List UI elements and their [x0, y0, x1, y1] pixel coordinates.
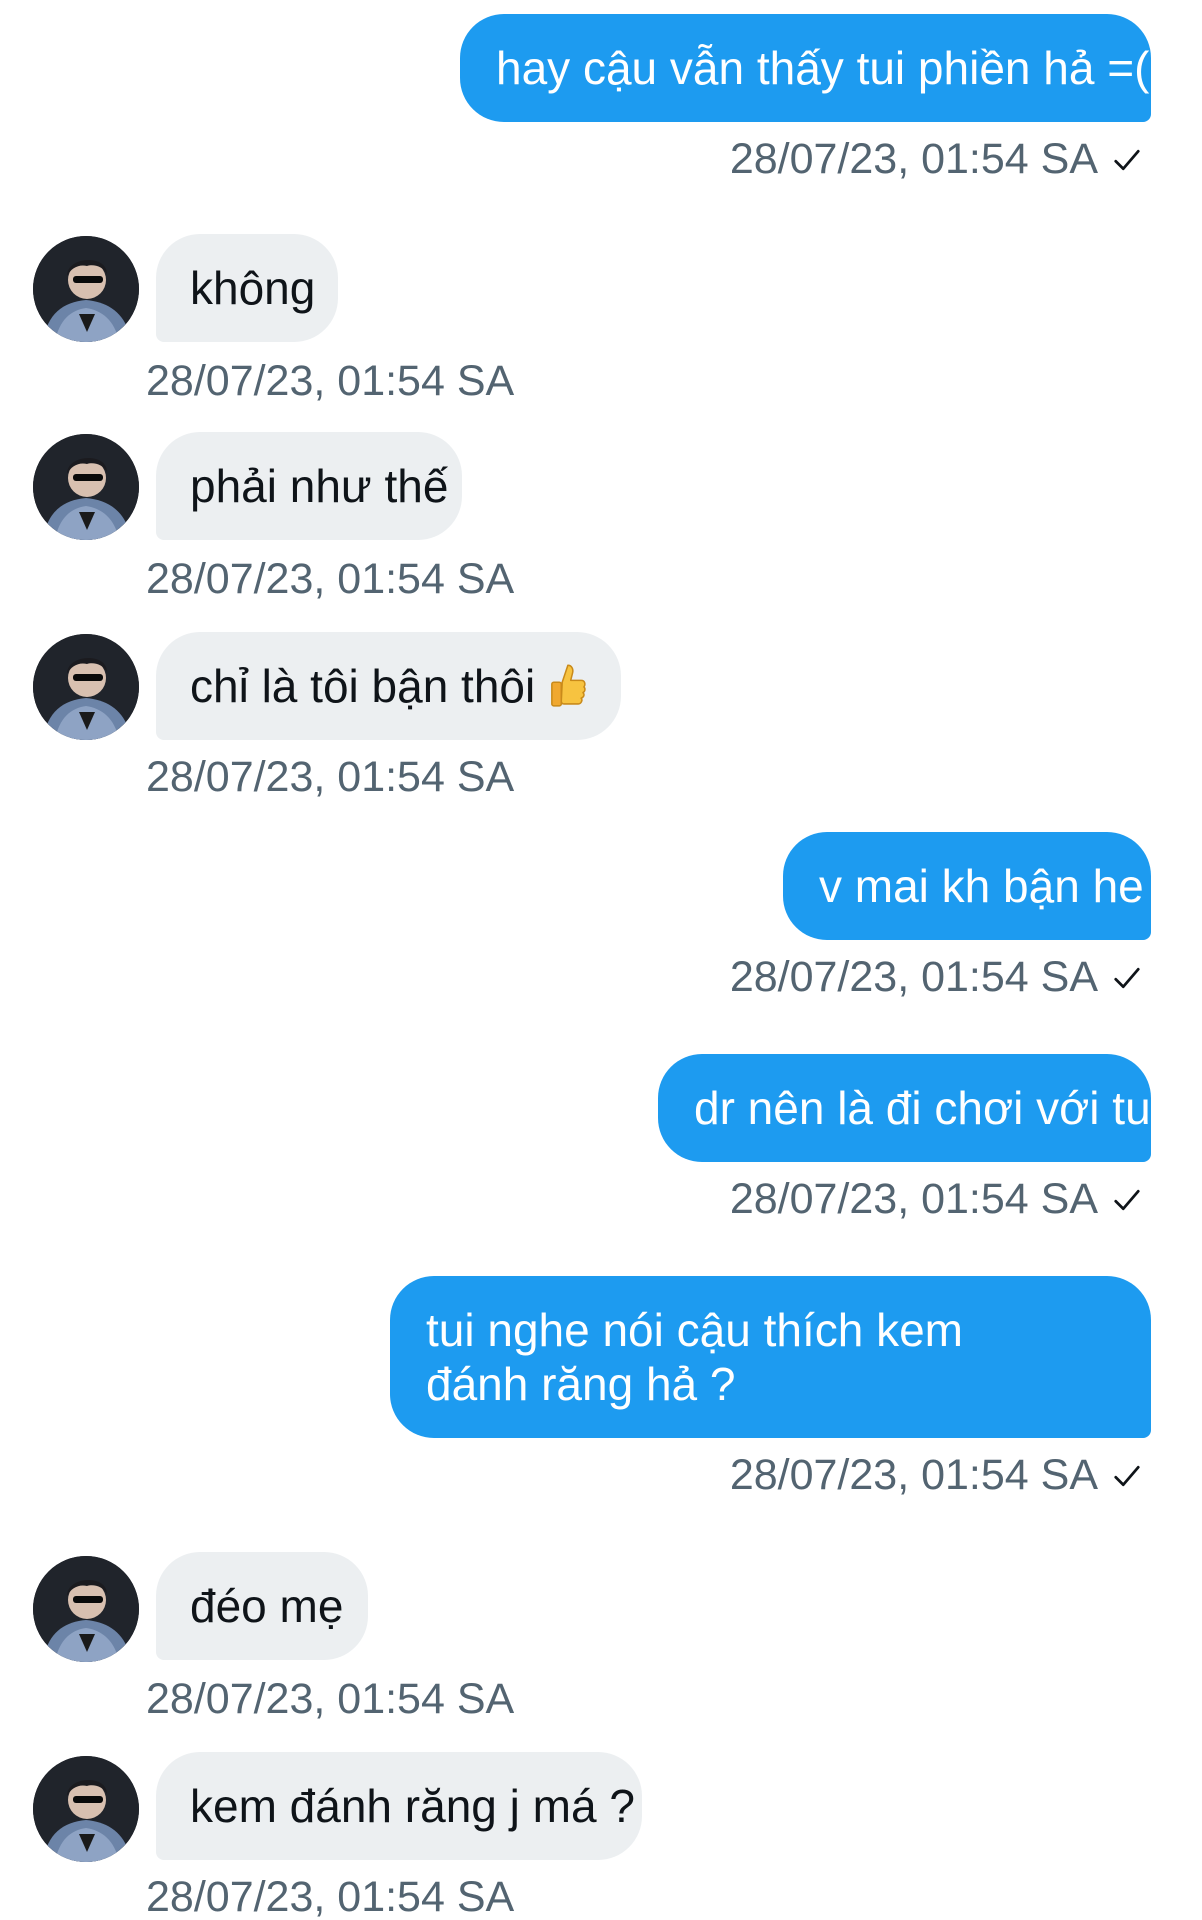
- avatar[interactable]: [33, 634, 139, 740]
- message-text: phải như thế: [190, 460, 449, 512]
- sent-message-bubble[interactable]: dr nên là đi chơi với tui: [658, 1054, 1161, 1162]
- sent-message-bubble[interactable]: tui nghe nói cậu thích kem đánh răng hả …: [390, 1276, 1151, 1438]
- conversation-thread: hay cậu vẫn thấy tui phiền hả =(( 28/07/…: [0, 0, 1202, 1920]
- message-text: v mai kh bận he: [819, 860, 1144, 912]
- message-text: tui nghe nói cậu thích kem đánh răng hả …: [426, 1304, 963, 1410]
- checkmark-icon: [1114, 1465, 1140, 1487]
- checkmark-icon: [1114, 149, 1140, 171]
- message-text: kem đánh răng j má ?: [190, 1780, 635, 1832]
- received-message-bubble[interactable]: không: [156, 234, 338, 342]
- received-message-bubble[interactable]: phải như thế: [156, 432, 462, 540]
- message-text: hay cậu vẫn thấy tui phiền hả =((: [496, 42, 1165, 94]
- sent-message-bubble[interactable]: hay cậu vẫn thấy tui phiền hả =((: [460, 14, 1165, 122]
- received-message-bubble[interactable]: kem đánh răng j má ?: [156, 1752, 642, 1860]
- message-timestamp: 28/07/23, 01:54 SA: [730, 134, 1142, 184]
- avatar[interactable]: [33, 434, 139, 540]
- avatar[interactable]: [33, 236, 139, 342]
- checkmark-icon: [1114, 967, 1140, 989]
- message-text: không: [190, 262, 316, 314]
- message-timestamp: 28/07/23, 01:54 SA: [146, 753, 515, 801]
- user-avatar-icon: [33, 634, 139, 740]
- user-avatar-icon: [33, 434, 139, 540]
- user-avatar-icon: [33, 1756, 139, 1862]
- message-timestamp: 28/07/23, 01:54 SA: [146, 1873, 515, 1920]
- message-timestamp: 28/07/23, 01:54 SA: [730, 1450, 1142, 1500]
- received-message-bubble[interactable]: chỉ là tôi bận thôi: [156, 632, 621, 740]
- checkmark-icon: [1114, 1189, 1140, 1211]
- message-timestamp: 28/07/23, 01:54 SA: [730, 1174, 1142, 1224]
- avatar[interactable]: [33, 1556, 139, 1662]
- user-avatar-icon: [33, 1556, 139, 1662]
- avatar[interactable]: [33, 1756, 139, 1862]
- message-text: đéo mẹ: [190, 1580, 344, 1632]
- message-text: chỉ là tôi bận thôi: [190, 660, 536, 712]
- message-text: dr nên là đi chơi với tui: [694, 1082, 1161, 1134]
- received-message-bubble[interactable]: đéo mẹ: [156, 1552, 368, 1660]
- message-timestamp: 28/07/23, 01:54 SA: [146, 357, 515, 405]
- message-timestamp: 28/07/23, 01:54 SA: [146, 555, 515, 603]
- user-avatar-icon: [33, 236, 139, 342]
- sent-message-bubble[interactable]: v mai kh bận he: [783, 832, 1151, 940]
- thumbs-up-icon: [551, 664, 586, 707]
- message-timestamp: 28/07/23, 01:54 SA: [146, 1675, 515, 1723]
- message-timestamp: 28/07/23, 01:54 SA: [730, 952, 1142, 1002]
